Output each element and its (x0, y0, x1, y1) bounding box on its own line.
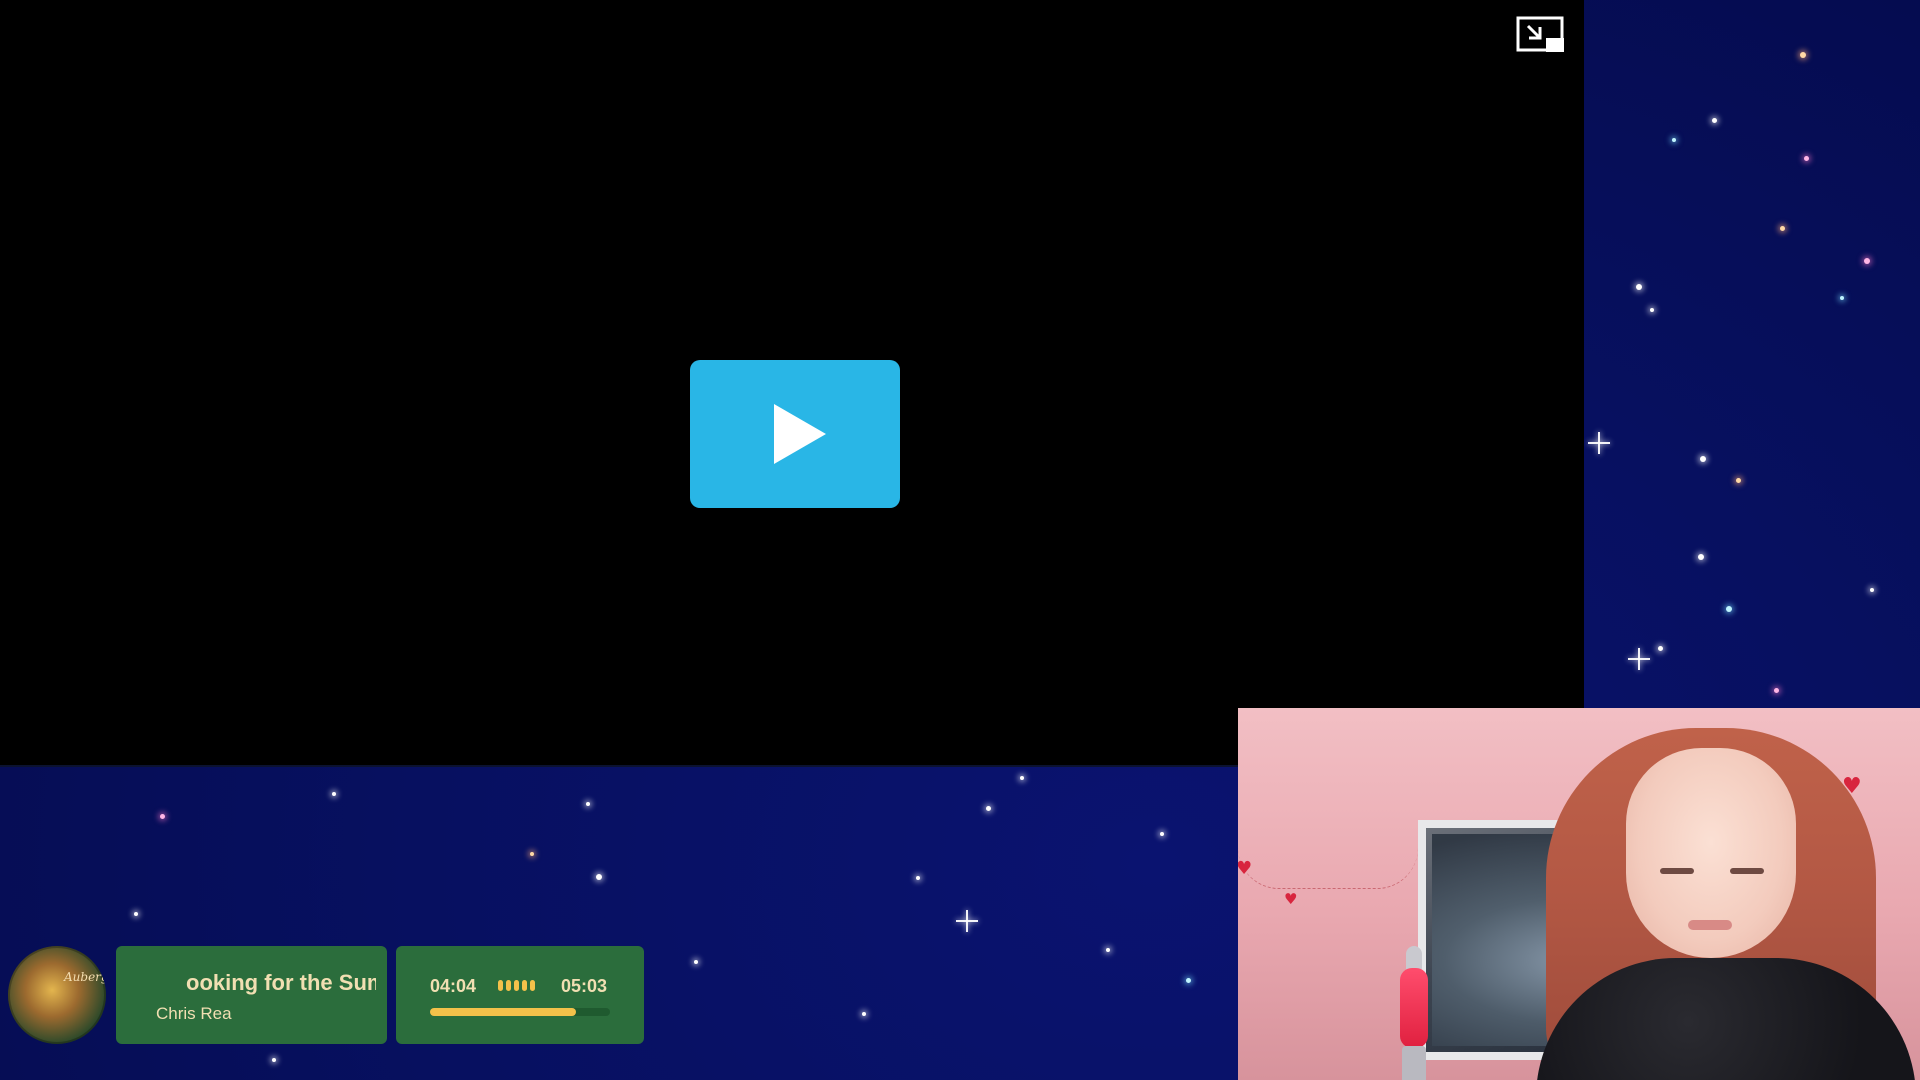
track-info-card: ooking for the Sum Chris Rea (116, 946, 387, 1044)
heart-garland (1238, 848, 1418, 889)
star (1160, 832, 1164, 836)
star (1736, 478, 1741, 483)
star (1020, 776, 1024, 780)
star (1864, 258, 1870, 264)
playback-progress-fill (430, 1008, 576, 1016)
star (1700, 456, 1706, 462)
album-art: Auberge (8, 946, 106, 1044)
track-artist: Chris Rea (156, 1004, 232, 1023)
star (1800, 52, 1806, 58)
star (332, 792, 336, 796)
star (1726, 606, 1732, 612)
eye (1730, 868, 1764, 874)
star (1840, 296, 1844, 300)
sparkle (956, 910, 978, 932)
star (1712, 118, 1717, 123)
picture-in-picture-exit-button[interactable] (1516, 16, 1566, 58)
heart-icon: ♥ (1284, 890, 1298, 908)
stream-overlay: ♥ ♥ ♥ Auberge ooking for the Sum Chr (0, 0, 1920, 1080)
lips (1688, 920, 1732, 930)
streamer (1506, 708, 1920, 1080)
sparkle (1588, 432, 1610, 454)
play-button[interactable] (690, 360, 900, 508)
star (596, 874, 602, 880)
star (1106, 948, 1110, 952)
equalizer-icon (498, 980, 535, 991)
track-title-text: ooking for the Sum (186, 970, 376, 995)
album-art-script: Auberge (64, 970, 106, 984)
star (1186, 978, 1191, 983)
star (134, 912, 138, 916)
lava-lamp-cap (1406, 946, 1422, 970)
star (986, 806, 991, 811)
track-title: ooking for the Sum (116, 970, 376, 996)
face (1626, 748, 1796, 958)
star (862, 1012, 866, 1016)
lava-lamp-base (1402, 1046, 1426, 1080)
star (1636, 284, 1642, 290)
star (694, 960, 698, 964)
star (1698, 554, 1704, 560)
lava-lamp-glass (1400, 968, 1428, 1048)
heart-icon: ♥ (1238, 858, 1253, 879)
play-icon (774, 404, 826, 464)
star (1780, 226, 1785, 231)
star (1870, 588, 1874, 592)
star (1672, 138, 1676, 142)
webcam-feed: ♥ ♥ ♥ (1238, 708, 1920, 1080)
star (272, 1058, 276, 1062)
playback-progress-bar (430, 1008, 610, 1016)
playback-time-card: 04:04 05:03 (396, 946, 644, 1044)
star (916, 876, 920, 880)
star (1650, 308, 1654, 312)
total-duration: 05:03 (561, 976, 608, 996)
lava-lamp (1400, 946, 1428, 1080)
star (586, 802, 590, 806)
video-player[interactable] (0, 0, 1584, 767)
picture-in-picture-exit-icon (1516, 16, 1564, 52)
elapsed-time: 04:04 (430, 976, 477, 996)
eye (1660, 868, 1694, 874)
star (160, 814, 165, 819)
star (1804, 156, 1809, 161)
star (1774, 688, 1779, 693)
star (530, 852, 534, 856)
sparkle (1628, 648, 1650, 670)
star (1658, 646, 1663, 651)
